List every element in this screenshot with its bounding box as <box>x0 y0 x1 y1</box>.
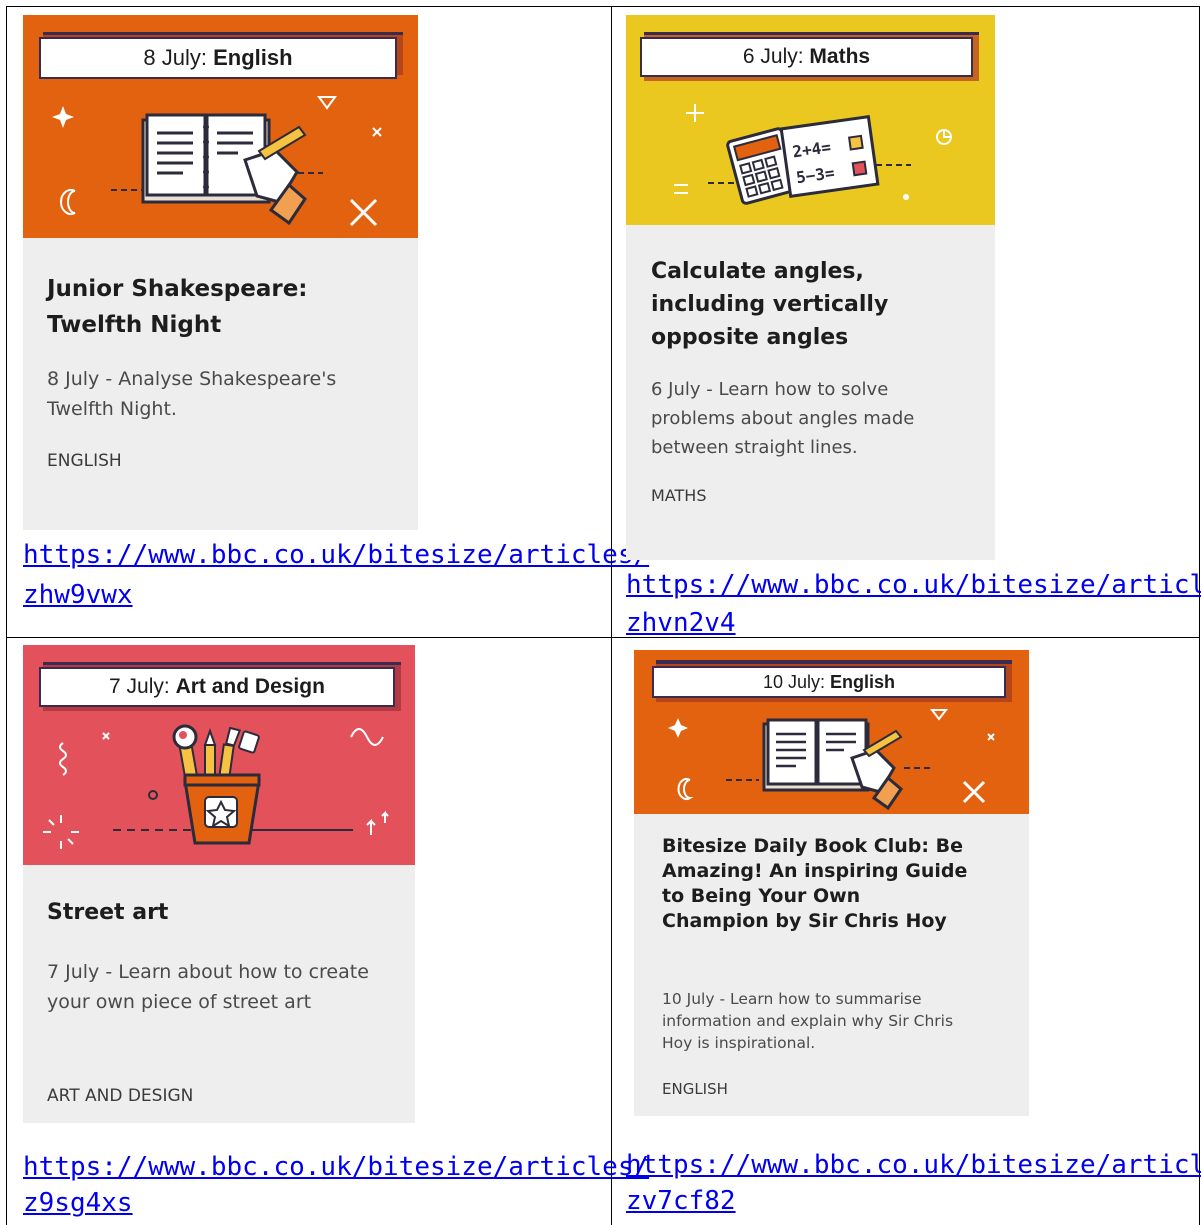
card-subject-tag[interactable]: MATHS <box>651 486 706 505</box>
card-description: 7 July - Learn about how to create your … <box>47 961 369 1013</box>
calculator-icon: 2+4= 5−3= <box>674 104 952 205</box>
lesson-card-art-7-july[interactable]: 7 July: Art and Design Street art 7 July… <box>23 645 415 1123</box>
card-title[interactable]: Calculate angles, including vertically o… <box>651 255 941 354</box>
card-subject-tag[interactable]: ART AND DESIGN <box>47 1086 193 1106</box>
table-column-divider <box>611 6 612 1225</box>
card-subject-tag[interactable]: ENGLISH <box>47 451 122 471</box>
article-link-line[interactable]: zhvn2v4 <box>626 606 736 640</box>
article-link-line[interactable]: zv7cf82 <box>626 1184 736 1218</box>
open-book-icon <box>52 96 382 227</box>
table-row-divider <box>6 637 1200 638</box>
lesson-card-english-8-july[interactable]: 8 July: English Junior Shakespeare: Twel… <box>23 15 418 530</box>
card-description: 10 July - Learn how to summarise informa… <box>662 990 954 1052</box>
card-subject-tag[interactable]: ENGLISH <box>662 1080 728 1098</box>
lesson-card-maths-6-july[interactable]: 6 July: Maths 2+4= 5−3= Calculate angles… <box>626 15 995 560</box>
article-link-line[interactable]: https://www.bbc.co.uk/bitesize/articles/ <box>23 1150 649 1184</box>
card-description: 6 July - Learn how to solve problems abo… <box>651 379 915 458</box>
card-banner: 8 July: English <box>23 15 418 238</box>
card-banner: 10 July: English <box>634 650 1029 814</box>
article-link-line[interactable]: z9sg4xs <box>23 1186 133 1220</box>
card-description: 8 July - Analyse Shakespeare's Twelfth N… <box>47 368 337 420</box>
card-body: Bitesize Daily Book Club: Be Amazing! An… <box>634 814 1029 1116</box>
article-link-line[interactable]: https://www.bbc.co.uk/bitesize/articles/ <box>626 568 1201 602</box>
table-right-border <box>1199 6 1200 1225</box>
card-body: Calculate angles, including vertically o… <box>626 225 995 560</box>
article-link-line[interactable]: https://www.bbc.co.uk/bitesize/articles/ <box>626 1148 1201 1182</box>
card-title[interactable]: Bitesize Daily Book Club: Be Amazing! An… <box>662 834 972 934</box>
card-body: Street art 7 July - Learn about how to c… <box>23 865 415 1123</box>
article-link-line[interactable]: https://www.bbc.co.uk/bitesize/articles/ <box>23 538 649 572</box>
card-banner: 7 July: Art and Design <box>23 645 415 865</box>
paintbrush-pot-icon <box>43 724 389 849</box>
open-book-icon <box>668 709 995 811</box>
lesson-card-english-10-july[interactable]: 10 July: English Bitesize Daily Book Clu… <box>634 650 1029 1116</box>
card-banner: 6 July: Maths 2+4= 5−3= <box>626 15 995 225</box>
card-title[interactable]: Junior Shakespeare: Twelfth Night <box>47 271 347 343</box>
card-title[interactable]: Street art <box>47 896 347 930</box>
article-link-line[interactable]: zhw9vwx <box>23 578 133 612</box>
card-body: Junior Shakespeare: Twelfth Night 8 July… <box>23 238 418 530</box>
